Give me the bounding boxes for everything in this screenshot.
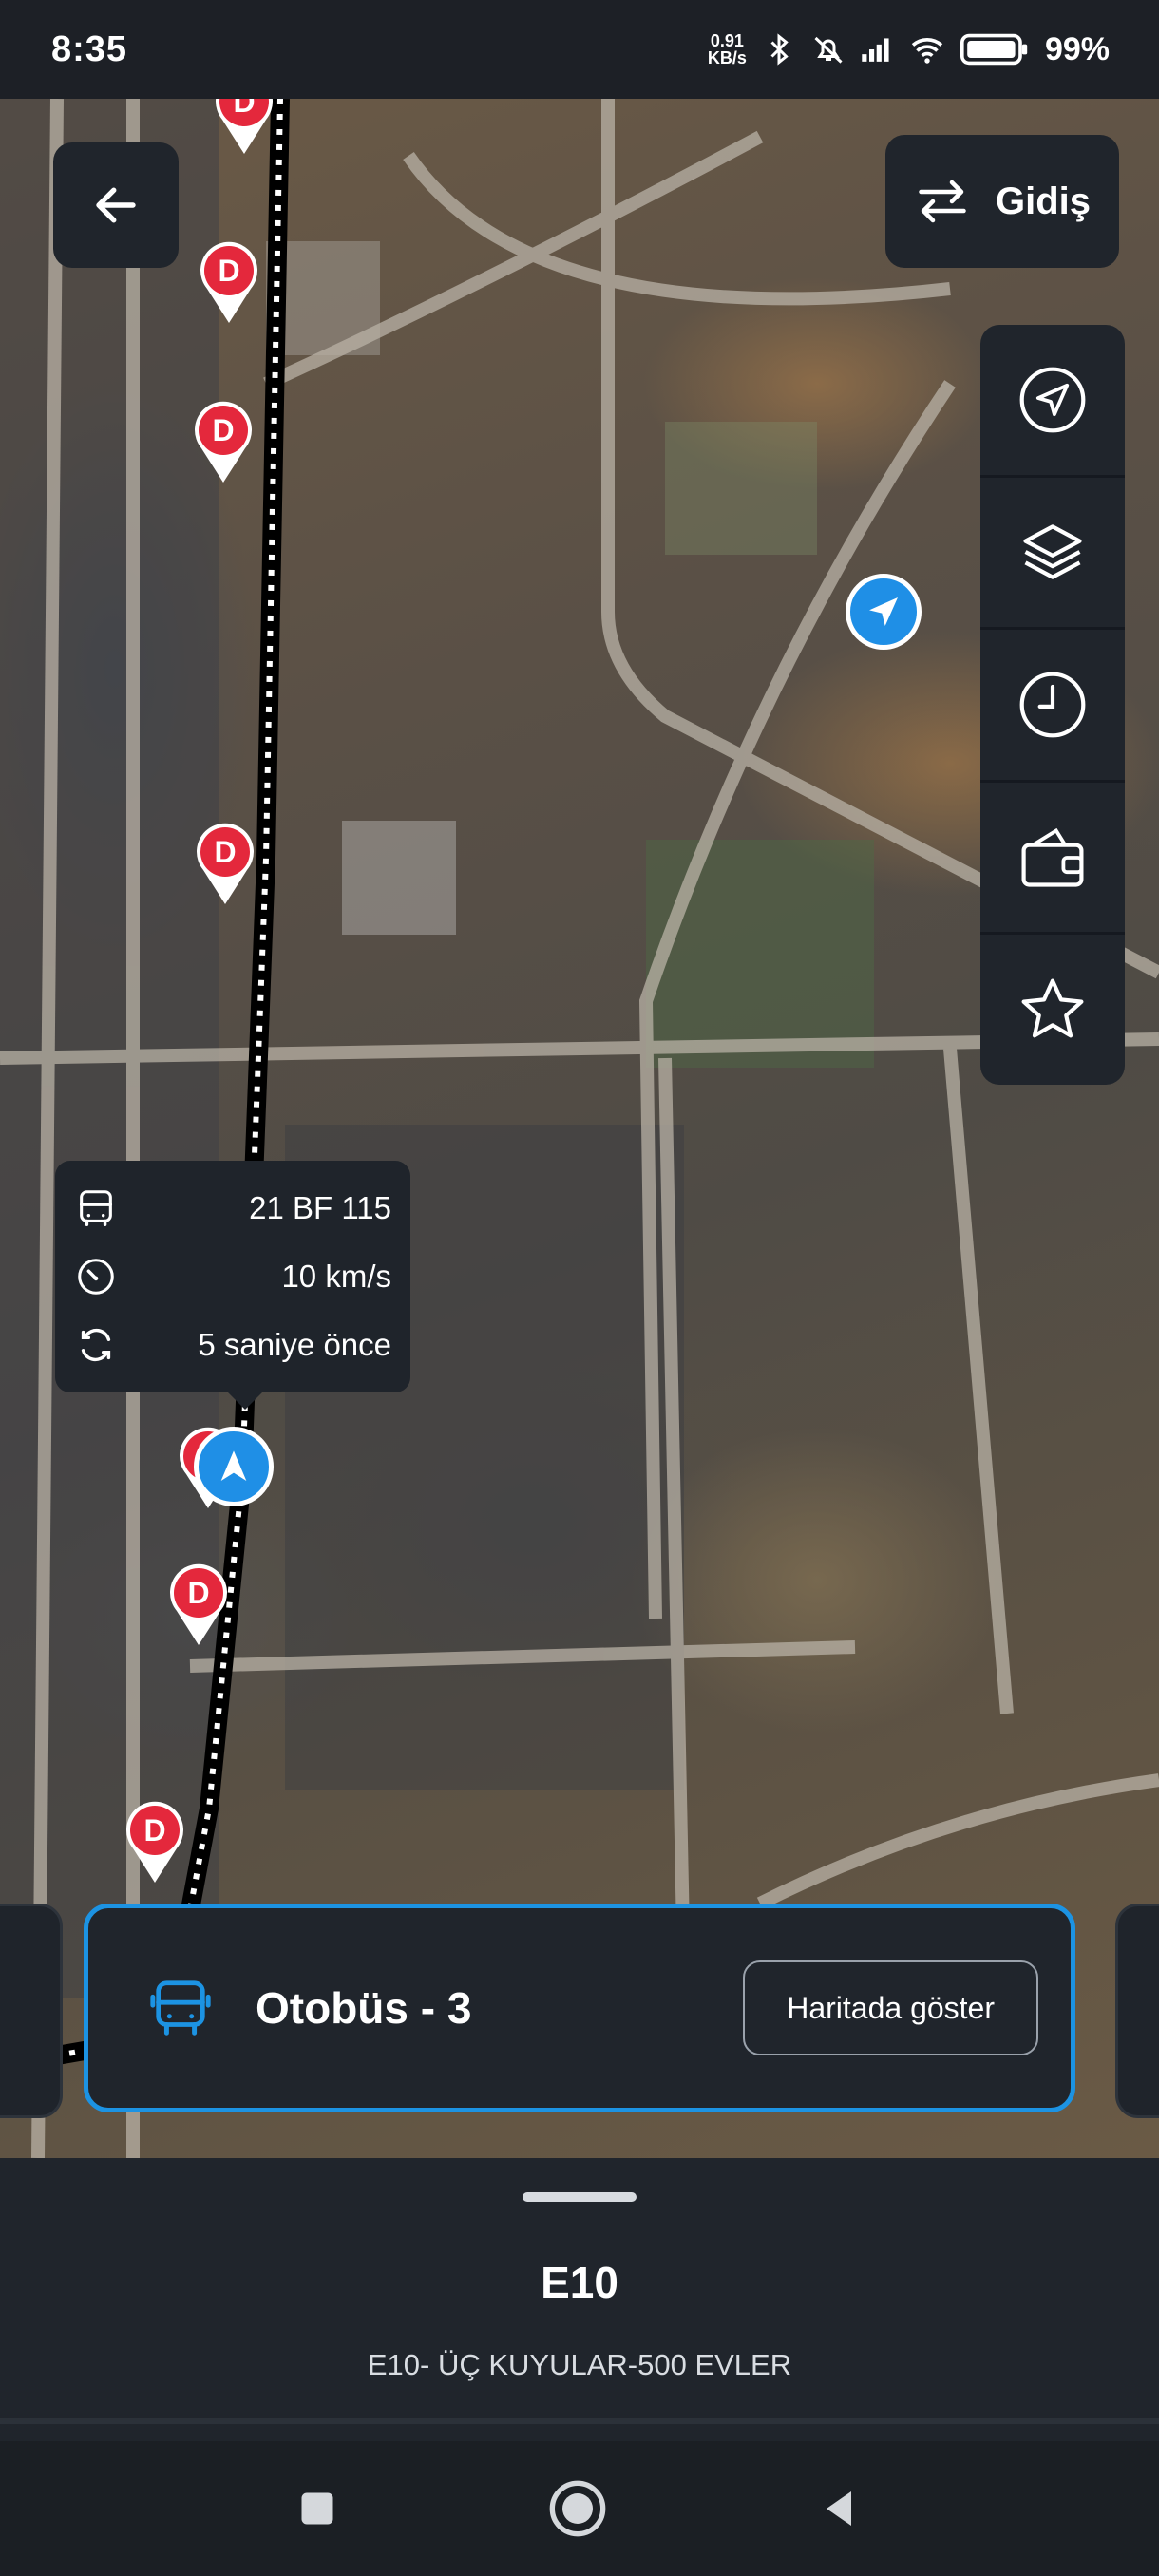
- stop-pin[interactable]: D: [213, 99, 276, 156]
- network-speed: 0.91 KB/s: [708, 32, 747, 66]
- map-tools-panel: [980, 325, 1125, 1085]
- next-vehicle-card[interactable]: [1115, 1904, 1159, 2118]
- route-name: E10- ÜÇ KUYULAR-500 EVLER: [367, 2348, 792, 2381]
- stop-pin[interactable]: D: [198, 239, 260, 325]
- route-code: E10: [541, 2258, 618, 2307]
- show-on-map-button[interactable]: Haritada göster: [743, 1960, 1038, 2055]
- popup-row-speed: 10 km/s: [74, 1255, 391, 1298]
- locate-me-button[interactable]: [980, 325, 1125, 478]
- navigate-arrow-icon: [869, 597, 898, 626]
- vehicle-plate: 21 BF 115: [249, 1190, 391, 1225]
- wallet-icon: [1021, 827, 1084, 887]
- user-location-marker[interactable]: [846, 574, 922, 650]
- arrow-left-icon: [96, 187, 136, 223]
- stop-pin-label: D: [214, 835, 236, 869]
- back-button[interactable]: [53, 142, 179, 268]
- status-time: 8:35: [51, 28, 128, 69]
- stop-pin[interactable]: D: [124, 1799, 186, 1885]
- bus-location-marker[interactable]: [194, 1427, 274, 1506]
- recents-square-icon[interactable]: [296, 2488, 338, 2529]
- last-update: 5 saniye önce: [198, 1327, 391, 1362]
- layers-button[interactable]: [980, 478, 1125, 631]
- battery-percent: 99%: [1044, 30, 1110, 67]
- stop-pin[interactable]: D: [192, 399, 255, 484]
- back-triangle-icon[interactable]: [817, 2486, 863, 2531]
- stop-pin-label: D: [218, 254, 239, 288]
- popup-row-updated: 5 saniye önce: [74, 1323, 391, 1367]
- navigate-icon: [1019, 367, 1086, 433]
- direction-toggle-button[interactable]: Gidiş: [885, 135, 1119, 268]
- favorites-button[interactable]: [980, 935, 1125, 1085]
- route-bottom-sheet[interactable]: E10 E10- ÜÇ KUYULAR-500 EVLER: [0, 2158, 1159, 2441]
- network-speed-value: 0.91: [710, 31, 744, 50]
- status-bar: 8:35 0.91 KB/s 99%: [0, 0, 1159, 99]
- schedule-button[interactable]: [980, 630, 1125, 783]
- bus-icon: [150, 1980, 211, 2036]
- star-icon: [1021, 978, 1084, 1038]
- wifi-icon: [911, 38, 943, 64]
- previous-vehicle-card[interactable]: [0, 1904, 63, 2118]
- home-circle-icon[interactable]: [547, 2478, 608, 2539]
- sheet-divider: [0, 2418, 1159, 2424]
- vehicle-info-popup: 21 BF 115 10 km/s 5 saniye önce: [55, 1161, 410, 1410]
- stop-pin-label: D: [187, 1576, 209, 1610]
- speedometer-icon: [78, 1259, 114, 1295]
- vehicle-speed: 10 km/s: [281, 1259, 391, 1294]
- bluetooth-icon: [770, 33, 788, 66]
- stop-pin-label: D: [212, 413, 234, 447]
- network-speed-unit: KB/s: [707, 48, 747, 67]
- bus-heading-arrow-icon: [220, 1450, 247, 1481]
- vehicle-card[interactable]: Otobüs - 3 Haritada göster: [84, 1904, 1075, 2112]
- direction-label: Gidiş: [995, 180, 1092, 222]
- bus-icon: [79, 1190, 113, 1226]
- signal-icon: [862, 38, 889, 62]
- wallet-button[interactable]: [980, 783, 1125, 936]
- stop-pin-label: D: [143, 1813, 165, 1847]
- status-icons: 0.91 KB/s 99%: [708, 31, 1110, 68]
- vehicle-title: Otobüs - 3: [256, 1983, 472, 2033]
- mute-icon: [814, 36, 843, 64]
- stop-pin-label: D: [233, 99, 255, 119]
- stop-pin[interactable]: D: [167, 1562, 230, 1647]
- drag-handle[interactable]: [522, 2192, 636, 2202]
- popup-row-plate: 21 BF 115: [74, 1186, 391, 1230]
- stop-pin[interactable]: D: [194, 821, 256, 906]
- system-nav-bar: [0, 2441, 1159, 2576]
- battery-icon: [960, 33, 1028, 66]
- refresh-icon: [81, 1328, 111, 1362]
- swap-arrows-icon: [919, 180, 966, 223]
- layers-icon: [1023, 524, 1082, 580]
- clock-icon: [1019, 672, 1086, 738]
